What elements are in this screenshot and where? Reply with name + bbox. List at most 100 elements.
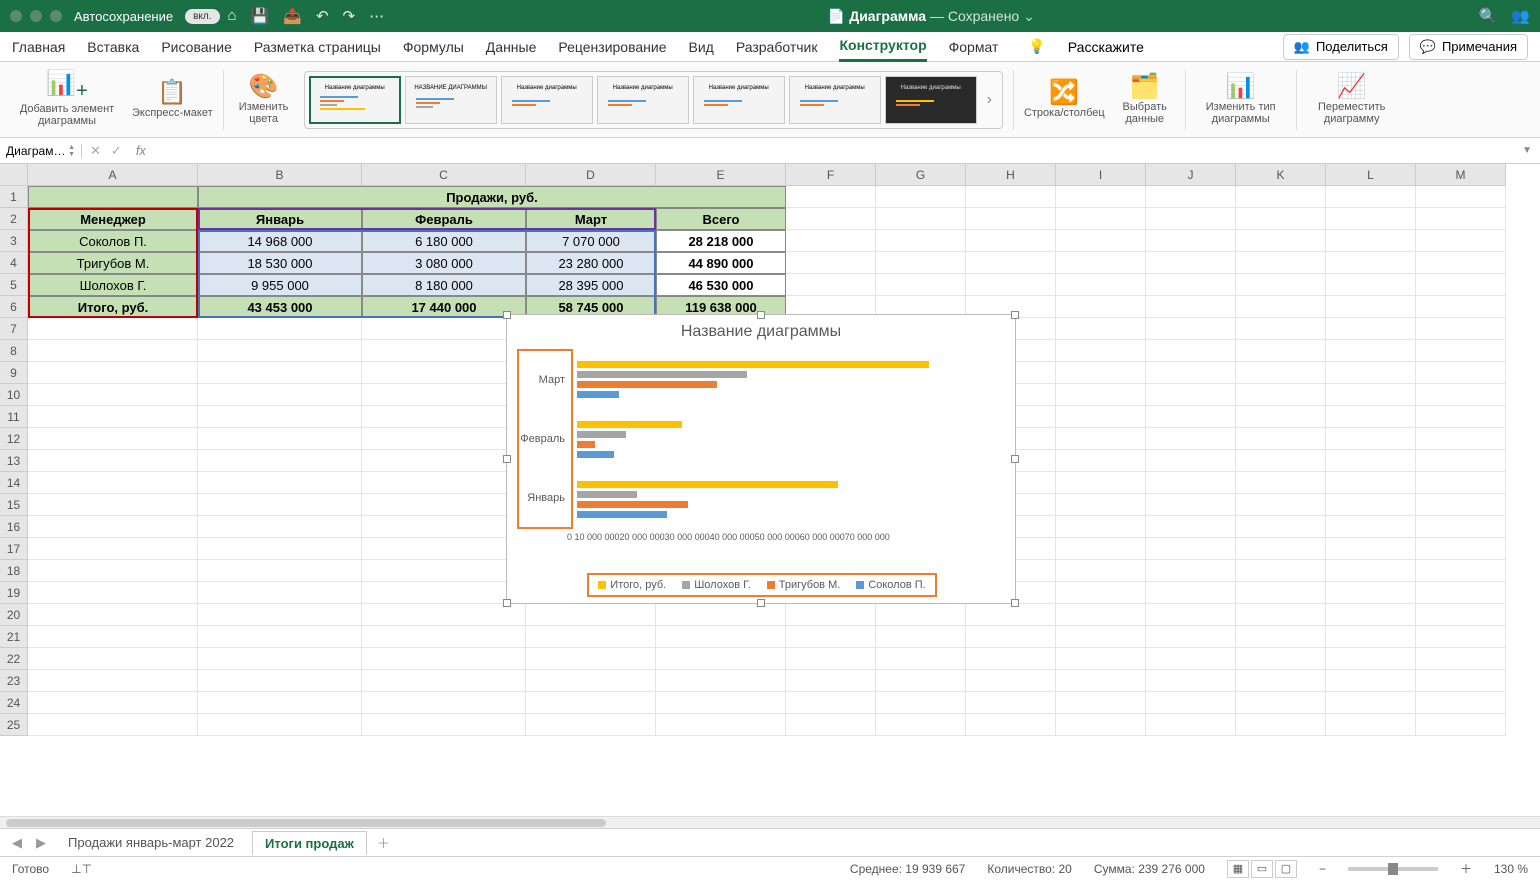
cell-merged-title[interactable]: Продажи, руб. bbox=[198, 186, 786, 208]
add-chart-element-button[interactable]: 📊+ Добавить элемент диаграммы bbox=[12, 72, 122, 127]
zoom-label[interactable]: 130 % bbox=[1494, 862, 1528, 876]
chart-style-1[interactable]: Название диаграммы bbox=[309, 76, 401, 124]
row-header[interactable]: 19 bbox=[0, 582, 28, 604]
search-icon[interactable]: 🔍 bbox=[1479, 7, 1498, 25]
chart-style-7[interactable]: Название диаграммы bbox=[885, 76, 977, 124]
row-header[interactable]: 17 bbox=[0, 538, 28, 560]
cell[interactable]: 28 218 000 bbox=[656, 230, 786, 252]
col-header[interactable]: L bbox=[1326, 164, 1416, 186]
tab-draw[interactable]: Рисование bbox=[161, 33, 232, 61]
col-header[interactable]: G bbox=[876, 164, 966, 186]
tab-data[interactable]: Данные bbox=[486, 33, 537, 61]
sheet-next-icon[interactable]: ▶ bbox=[32, 835, 50, 851]
cell[interactable]: 18 530 000 bbox=[198, 252, 362, 274]
sheet-prev-icon[interactable]: ◀ bbox=[8, 835, 26, 851]
cell[interactable]: 8 180 000 bbox=[362, 274, 526, 296]
chart-styles-gallery[interactable]: Название диаграммы НАЗВАНИЕ ДИАГРАММЫ На… bbox=[304, 71, 1003, 129]
zoom-in-icon[interactable]: ＋ bbox=[1460, 860, 1472, 877]
autosave-toggle[interactable]: вкл. bbox=[185, 9, 219, 24]
chart-category-axis[interactable]: Март Февраль Январь bbox=[517, 349, 573, 529]
horizontal-scrollbar[interactable] bbox=[0, 816, 1540, 828]
cell[interactable]: 23 280 000 bbox=[526, 252, 656, 274]
view-buttons[interactable]: ▦▭▢ bbox=[1227, 860, 1297, 878]
col-header[interactable]: B bbox=[198, 164, 362, 186]
cell[interactable]: Январь bbox=[198, 208, 362, 230]
col-header[interactable]: F bbox=[786, 164, 876, 186]
cell[interactable]: Всего bbox=[656, 208, 786, 230]
col-header[interactable]: C bbox=[362, 164, 526, 186]
cell[interactable]: Итого, руб. bbox=[28, 296, 198, 318]
cell[interactable]: Соколов П. bbox=[28, 230, 198, 252]
share-people-icon[interactable]: 👥 bbox=[1511, 7, 1530, 25]
tab-layout[interactable]: Разметка страницы bbox=[254, 33, 381, 61]
chart-value-axis[interactable]: 0 10 000 00020 000 00030 000 00040 000 0… bbox=[567, 532, 997, 542]
col-header[interactable]: J bbox=[1146, 164, 1236, 186]
zoom-slider[interactable] bbox=[1348, 867, 1438, 871]
sheet-tab[interactable]: Продажи январь-март 2022 bbox=[56, 831, 246, 854]
undo-icon[interactable]: ↶ bbox=[316, 7, 329, 25]
chart-style-2[interactable]: НАЗВАНИЕ ДИАГРАММЫ bbox=[405, 76, 497, 124]
change-chart-type-button[interactable]: 📊 Изменить тип диаграммы bbox=[1196, 75, 1286, 125]
row-header[interactable]: 20 bbox=[0, 604, 28, 626]
row-header[interactable]: 22 bbox=[0, 648, 28, 670]
row-header[interactable]: 1 bbox=[0, 186, 28, 208]
chart-style-6[interactable]: Название диаграммы bbox=[789, 76, 881, 124]
cell[interactable]: 46 530 000 bbox=[656, 274, 786, 296]
accessibility-icon[interactable]: ⊥⊤ bbox=[71, 862, 92, 876]
tab-review[interactable]: Рецензирование bbox=[558, 33, 666, 61]
tab-formulas[interactable]: Формулы bbox=[403, 33, 464, 61]
comments-button[interactable]: 💬 Примечания bbox=[1409, 34, 1528, 60]
row-header[interactable]: 15 bbox=[0, 494, 28, 516]
tab-developer[interactable]: Разработчик bbox=[736, 33, 818, 61]
chart-title[interactable]: Название диаграммы bbox=[507, 315, 1015, 349]
row-header[interactable]: 16 bbox=[0, 516, 28, 538]
cell[interactable]: Март bbox=[526, 208, 656, 230]
cell[interactable]: 44 890 000 bbox=[656, 252, 786, 274]
col-header[interactable]: E bbox=[656, 164, 786, 186]
move-chart-button[interactable]: 📈 Переместить диаграмму bbox=[1307, 75, 1397, 125]
col-header[interactable]: A bbox=[28, 164, 198, 186]
share-button[interactable]: 👥 Поделиться bbox=[1283, 34, 1399, 60]
switch-row-column-button[interactable]: 🔀 Строка/столбец bbox=[1024, 81, 1105, 119]
tab-insert[interactable]: Вставка bbox=[87, 33, 139, 61]
home-icon[interactable]: ⌂ bbox=[228, 7, 237, 25]
gallery-more-icon[interactable]: › bbox=[981, 91, 998, 109]
cell[interactable]: 6 180 000 bbox=[362, 230, 526, 252]
scrollbar-thumb[interactable] bbox=[6, 819, 606, 827]
row-header[interactable]: 4 bbox=[0, 252, 28, 274]
col-header[interactable]: H bbox=[966, 164, 1056, 186]
col-header[interactable]: M bbox=[1416, 164, 1506, 186]
tab-home[interactable]: Главная bbox=[12, 33, 65, 61]
row-header[interactable]: 23 bbox=[0, 670, 28, 692]
chart-legend[interactable]: Итого, руб. Шолохов Г. Тригубов М. Сокол… bbox=[587, 573, 937, 597]
window-controls[interactable] bbox=[10, 10, 62, 22]
col-header[interactable]: D bbox=[526, 164, 656, 186]
cell[interactable]: 28 395 000 bbox=[526, 274, 656, 296]
chart-style-5[interactable]: Название диаграммы bbox=[693, 76, 785, 124]
row-header[interactable]: 12 bbox=[0, 428, 28, 450]
save-icon[interactable]: 💾 bbox=[251, 7, 270, 25]
cell[interactable]: 14 968 000 bbox=[198, 230, 362, 252]
collapse-formula-bar-icon[interactable]: ▼ bbox=[1522, 145, 1540, 156]
row-header[interactable]: 24 bbox=[0, 692, 28, 714]
row-header[interactable]: 6 bbox=[0, 296, 28, 318]
row-header[interactable]: 9 bbox=[0, 362, 28, 384]
row-header[interactable]: 7 bbox=[0, 318, 28, 340]
row-header[interactable]: 13 bbox=[0, 450, 28, 472]
zoom-out-icon[interactable]: − bbox=[1319, 862, 1326, 876]
quick-layout-button[interactable]: 📋 Экспресс-макет bbox=[132, 81, 213, 119]
chart-object[interactable]: Название диаграммы Март Февраль Январь 0… bbox=[506, 314, 1016, 604]
spreadsheet-grid[interactable]: A B C D E F G H I J K L M 12345678910111… bbox=[0, 164, 1540, 816]
add-sheet-button[interactable]: ＋ bbox=[373, 833, 394, 852]
row-header[interactable]: 8 bbox=[0, 340, 28, 362]
cell[interactable]: Менеджер bbox=[28, 208, 198, 230]
cell[interactable]: 3 080 000 bbox=[362, 252, 526, 274]
col-header[interactable]: I bbox=[1056, 164, 1146, 186]
share-icon[interactable]: 📤 bbox=[283, 7, 302, 25]
cell[interactable]: 43 453 000 bbox=[198, 296, 362, 318]
cancel-formula-icon[interactable]: ✕ bbox=[90, 143, 101, 159]
enter-formula-icon[interactable]: ✓ bbox=[111, 143, 122, 159]
cell[interactable]: Тригубов М. bbox=[28, 252, 198, 274]
col-header[interactable]: K bbox=[1236, 164, 1326, 186]
chart-plot-area[interactable] bbox=[577, 349, 997, 529]
